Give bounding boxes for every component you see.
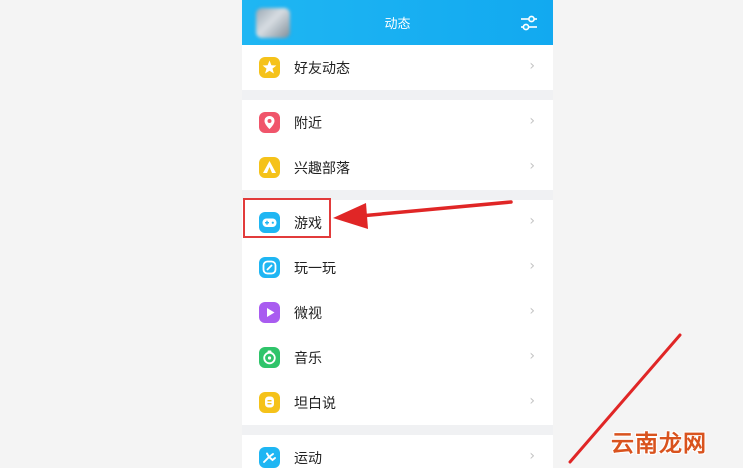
annotation-arrows: [333, 200, 682, 464]
annotation-arrow-to-games: [333, 200, 513, 229]
watermark-logo: 云南龙网: [611, 431, 707, 457]
